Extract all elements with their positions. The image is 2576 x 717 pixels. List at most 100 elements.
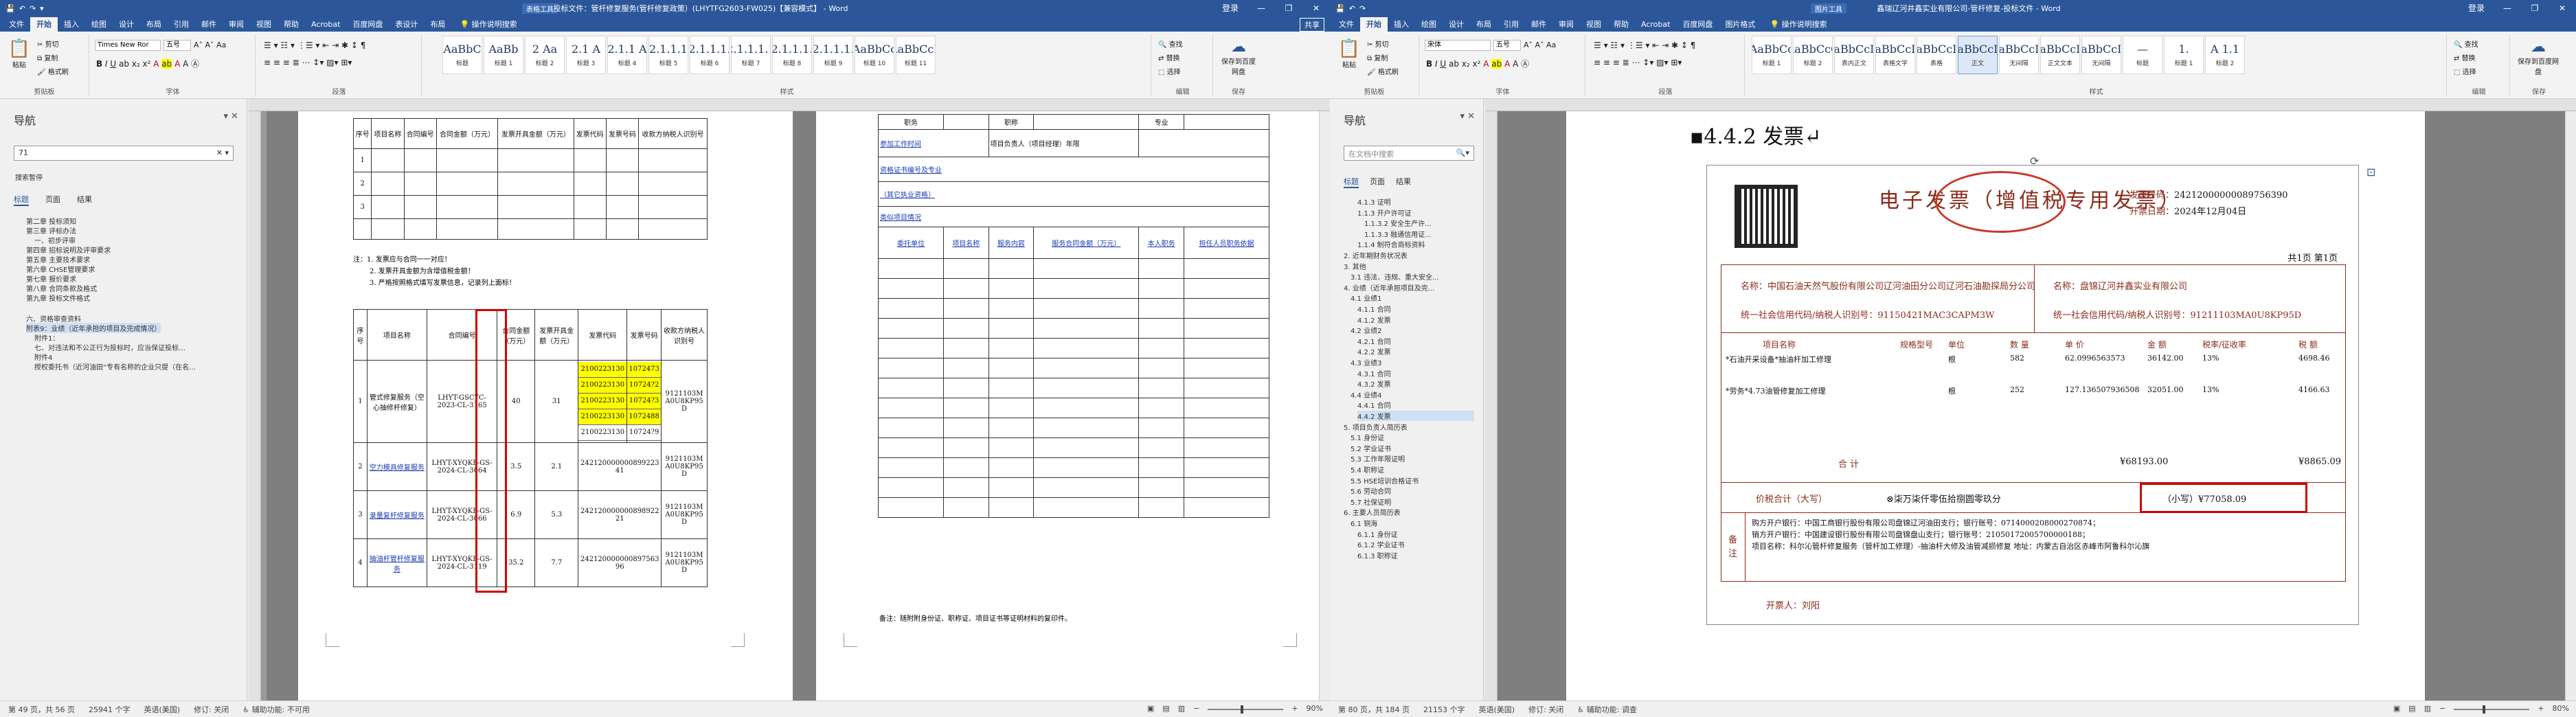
- tab-references[interactable]: 引用: [168, 17, 195, 32]
- save-icon[interactable]: 💾: [1335, 4, 1345, 13]
- nav-heading-item[interactable]: 5.1 身份证: [1351, 432, 1474, 442]
- font-name-box[interactable]: Times New Ror: [95, 40, 161, 51]
- nav-heading-item[interactable]: 附件4: [34, 352, 52, 362]
- style-item[interactable]: 2.1.1.1. 标题 8: [772, 36, 812, 74]
- nav-heading-item[interactable]: 第七章 报价要求: [26, 273, 76, 284]
- align-buttons[interactable]: ≡ ≡ ≡ ≣ ⋯ ↕▾ ▨▾ ⊞▾: [1594, 58, 1682, 67]
- tab-home[interactable]: 开始: [1360, 17, 1388, 32]
- nav-heading-item[interactable]: 4.2.1 合同: [1357, 336, 1474, 346]
- nav-heading-item[interactable]: 4.4.2 发票: [1357, 411, 1474, 421]
- tab-help[interactable]: 帮助: [278, 17, 305, 32]
- vertical-scrollbar[interactable]: [1319, 111, 1330, 701]
- nav-tab-results[interactable]: 结果: [1396, 176, 1411, 188]
- nav-heading-item[interactable]: 第九章 投标文件格式: [26, 293, 90, 303]
- undo-icon[interactable]: ↶: [19, 4, 25, 13]
- tab-draw[interactable]: 绘图: [85, 17, 113, 32]
- minimize-button[interactable]: —: [2494, 0, 2521, 16]
- grow-shrink-font[interactable]: A˄ A˅ Aa: [194, 41, 226, 49]
- copy-button[interactable]: ⧉ 复制: [37, 52, 58, 62]
- nav-heading-item[interactable]: 5.7 社保证明: [1351, 497, 1474, 507]
- style-item[interactable]: 1. 标题 1: [2164, 36, 2204, 74]
- nav-heading-item[interactable]: 4.3.2 发票: [1357, 378, 1474, 389]
- style-item[interactable]: AaBbCcDi 正文: [1958, 36, 1998, 74]
- nav-heading-item[interactable]: 4.4 业绩4: [1351, 389, 1474, 400]
- tab-file[interactable]: 文件: [3, 17, 30, 32]
- nav-tab-pages[interactable]: 页面: [45, 194, 60, 206]
- nav-heading-item[interactable]: 第二章 投标须知: [26, 216, 76, 226]
- zoom-slider[interactable]: [1208, 705, 1284, 714]
- nav-heading-item[interactable]: 6. 主要人员简历表: [1344, 507, 1474, 517]
- tell-me-search[interactable]: 💡 操作说明搜索: [460, 17, 517, 32]
- nav-heading-item[interactable]: 4.4.1 合同: [1357, 400, 1474, 410]
- list-buttons[interactable]: ☰ ▾ ☷ ▾ ⋮☰ ▾ ⇤ ⇥ ✱ ↕ ¶: [264, 41, 365, 50]
- list-buttons[interactable]: ☰ ▾ ☷ ▾ ⋮☰ ▾ ⇤ ⇥ ✱ ↕ ¶: [1594, 41, 1695, 50]
- nav-heading-item[interactable]: 5.6 劳动合同: [1351, 486, 1474, 496]
- copy-button[interactable]: ⧉ 复制: [1367, 52, 1388, 62]
- tab-view[interactable]: 视图: [1580, 17, 1607, 32]
- invoice-picture[interactable]: ⟳ ⊡ 电子发票（增值税专用发票） 发票号码：24212000000089756…: [1706, 155, 2375, 625]
- style-item[interactable]: AaBbCcC 标题 2: [1793, 36, 1833, 74]
- tab-file[interactable]: 文件: [1333, 17, 1360, 32]
- tab-acrobat[interactable]: Acrobat: [305, 17, 346, 32]
- read-mode-icon[interactable]: ▣: [1147, 704, 1154, 713]
- tell-me-search[interactable]: 💡 操作说明搜索: [1770, 17, 1827, 32]
- style-item[interactable]: AaBbCcDi 正文文本: [2040, 36, 2080, 74]
- style-item[interactable]: AaBbCc 标题 1: [1752, 36, 1792, 74]
- read-mode-icon[interactable]: ▣: [2393, 704, 2400, 713]
- style-item[interactable]: 2.1.1.1. 标题 9: [813, 36, 853, 74]
- nav-tab-results[interactable]: 结果: [77, 194, 92, 206]
- nav-heading-item[interactable]: 1.1.3.2 安全生产许...: [1364, 218, 1474, 228]
- nav-heading-item[interactable]: 6.1.2 学业证书: [1357, 539, 1474, 549]
- zoom-level[interactable]: 80%: [2553, 704, 2569, 713]
- close-icon[interactable]: ▾ ✕: [223, 111, 238, 122]
- style-item[interactable]: AaBbCcDi 表内正文: [1834, 36, 1874, 74]
- nav-heading-item[interactable]: 1.1.3 开户许可证: [1357, 207, 1474, 218]
- status-language[interactable]: 英语(美国): [1478, 704, 1515, 715]
- close-icon[interactable]: ▾ ✕: [1460, 111, 1475, 122]
- style-item[interactable]: 2 Aa 标题 2: [525, 36, 565, 74]
- nav-heading-item[interactable]: 六、资格审查资料: [26, 313, 81, 323]
- zoom-in-button[interactable]: +: [2538, 704, 2544, 713]
- style-item[interactable]: AaBb 标题 1: [484, 36, 523, 74]
- zoom-thumb[interactable]: [2483, 705, 2486, 714]
- tab-draw[interactable]: 绘图: [1415, 17, 1443, 32]
- style-item[interactable]: — 标题: [2123, 36, 2162, 74]
- status-track-changes[interactable]: 修订: 关闭: [1528, 704, 1563, 715]
- nav-heading-item[interactable]: 6.1 铜海: [1351, 518, 1474, 528]
- nav-heading-item[interactable]: 2. 近年期财务状况表: [1344, 250, 1474, 260]
- tab-view[interactable]: 视图: [250, 17, 278, 32]
- redo-icon[interactable]: ↷: [30, 4, 36, 13]
- nav-search-input[interactable]: 在文档中搜索 🔍▾: [1344, 146, 1474, 161]
- tab-design[interactable]: 设计: [113, 17, 140, 32]
- tab-insert[interactable]: 插入: [1388, 17, 1415, 32]
- zoom-thumb[interactable]: [1241, 705, 1244, 714]
- status-language[interactable]: 英语(美国): [144, 704, 180, 715]
- paste-button[interactable]: 📋 粘贴: [1337, 38, 1362, 69]
- status-track-changes[interactable]: 修订: 关闭: [194, 704, 229, 715]
- nav-heading-item[interactable]: 5.2 学业证书: [1351, 443, 1474, 453]
- nav-tab-pages[interactable]: 页面: [1370, 176, 1385, 188]
- nav-heading-item[interactable]: 4.1.3 证明: [1357, 196, 1474, 207]
- nav-heading-item[interactable]: 1.1.4 制符合商标资料: [1357, 239, 1474, 249]
- style-item[interactable]: 2.1.1 A 标题 4: [607, 36, 647, 74]
- nav-heading-item[interactable]: 6.1.3 职称证: [1357, 550, 1474, 560]
- style-item[interactable]: 2.1.1.1. 标题 6: [690, 36, 730, 74]
- style-item[interactable]: 2.1 A 标题 3: [566, 36, 606, 74]
- nav-heading-item[interactable]: 一、初步评审: [34, 235, 76, 245]
- nav-heading-item[interactable]: 4.2 业绩2: [1351, 325, 1474, 335]
- nav-heading-item[interactable]: 第三章 评标办法: [26, 225, 76, 236]
- nav-heading-item[interactable]: 4.1.1 合同: [1357, 304, 1474, 314]
- style-item[interactable]: AaBbCcE 标题 11: [896, 36, 936, 74]
- nav-heading-item[interactable]: 3. 其他: [1344, 261, 1474, 271]
- nav-heading-item[interactable]: 附件1：: [34, 332, 59, 343]
- tab-baidu[interactable]: 百度网盘: [1676, 17, 1719, 32]
- tab-insert[interactable]: 插入: [58, 17, 85, 32]
- nav-heading-item[interactable]: 4. 业绩（近年承担项目及完...: [1344, 282, 1474, 293]
- replace-button[interactable]: ⇄ 替换: [2454, 52, 2476, 62]
- zoom-out-button[interactable]: −: [2439, 704, 2445, 713]
- nav-heading-item[interactable]: 第八章 合同条款及格式: [26, 283, 97, 293]
- style-item[interactable]: AaBbCcDi 无间隔: [2081, 36, 2121, 74]
- close-button[interactable]: ✕: [2549, 0, 2576, 16]
- search-icon[interactable]: 🔍▾: [1456, 148, 1469, 157]
- format-painter-button[interactable]: 🖌 格式刷: [1367, 66, 1399, 76]
